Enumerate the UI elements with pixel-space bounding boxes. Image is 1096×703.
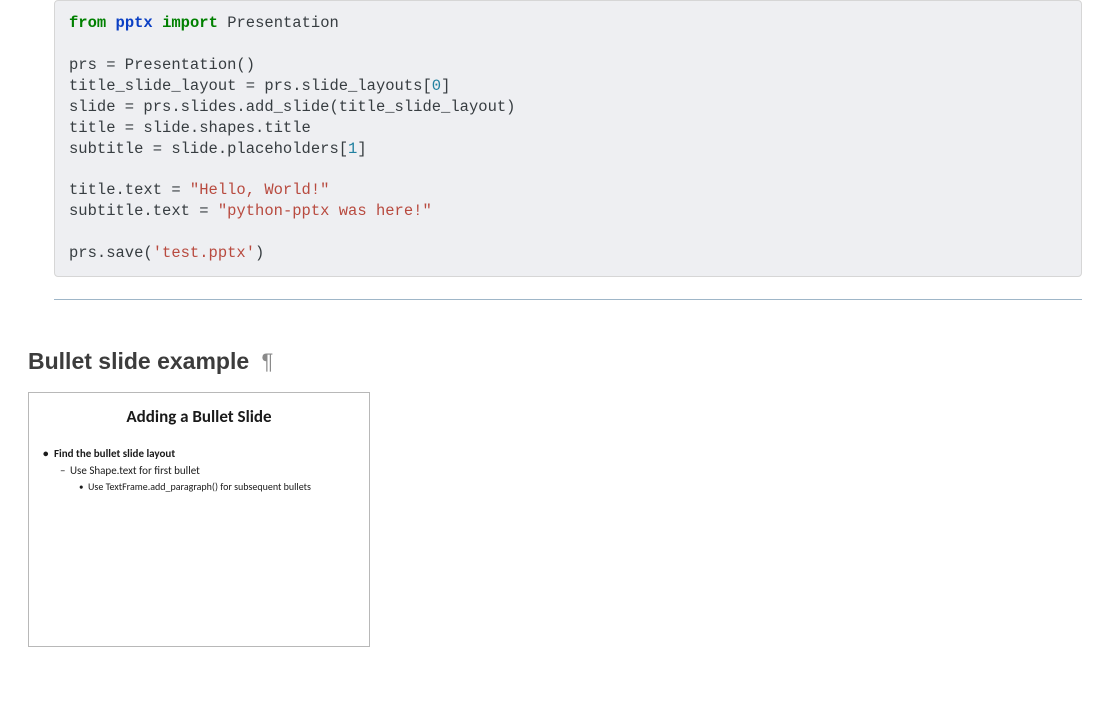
code-string: 'test.pptx' [153,244,255,262]
code-line: ] [357,140,366,158]
slide-thumbnail: Adding a Bullet Slide Find the bullet sl… [28,392,370,647]
code-line: prs.save( [69,244,153,262]
bullet-level-0: Find the bullet slide layout [43,445,359,462]
section-heading-text: Bullet slide example [28,348,249,374]
code-line: title_slide_layout = prs.slide_layouts[ [69,77,432,95]
pilcrow-icon[interactable]: ¶ [262,349,274,374]
code-number: 0 [432,77,441,95]
code-block[interactable]: from pptx import Presentation prs = Pres… [54,0,1082,277]
code-line: prs = Presentation() [69,56,255,74]
code-line: slide = prs.slides.add_slide(title_slide… [69,98,515,116]
module-name: pptx [116,14,153,32]
code-line: subtitle = slide.placeholders[ [69,140,348,158]
code-string: "Hello, World!" [190,181,330,199]
page-container: from pptx import Presentation prs = Pres… [0,0,1096,647]
imported-name: Presentation [227,14,339,32]
kw-import: import [162,14,218,32]
code-line: title = slide.shapes.title [69,119,311,137]
slide-thumbnail-body: Find the bullet slide layout Use Shape.t… [39,445,359,495]
code-line: ] [441,77,450,95]
slide-thumbnail-title: Adding a Bullet Slide [39,406,359,427]
code-line: ) [255,244,264,262]
section-divider [54,299,1082,300]
code-line: title.text = [69,181,190,199]
code-number: 1 [348,140,357,158]
kw-from: from [69,14,106,32]
bullet-level-2: Use TextFrame.add_paragraph() for subseq… [79,479,359,495]
code-line: subtitle.text = [69,202,218,220]
bullet-level-1: Use Shape.text for first bullet [60,462,359,479]
code-string: "python-pptx was here!" [218,202,432,220]
section-heading: Bullet slide example ¶ [28,348,1082,376]
